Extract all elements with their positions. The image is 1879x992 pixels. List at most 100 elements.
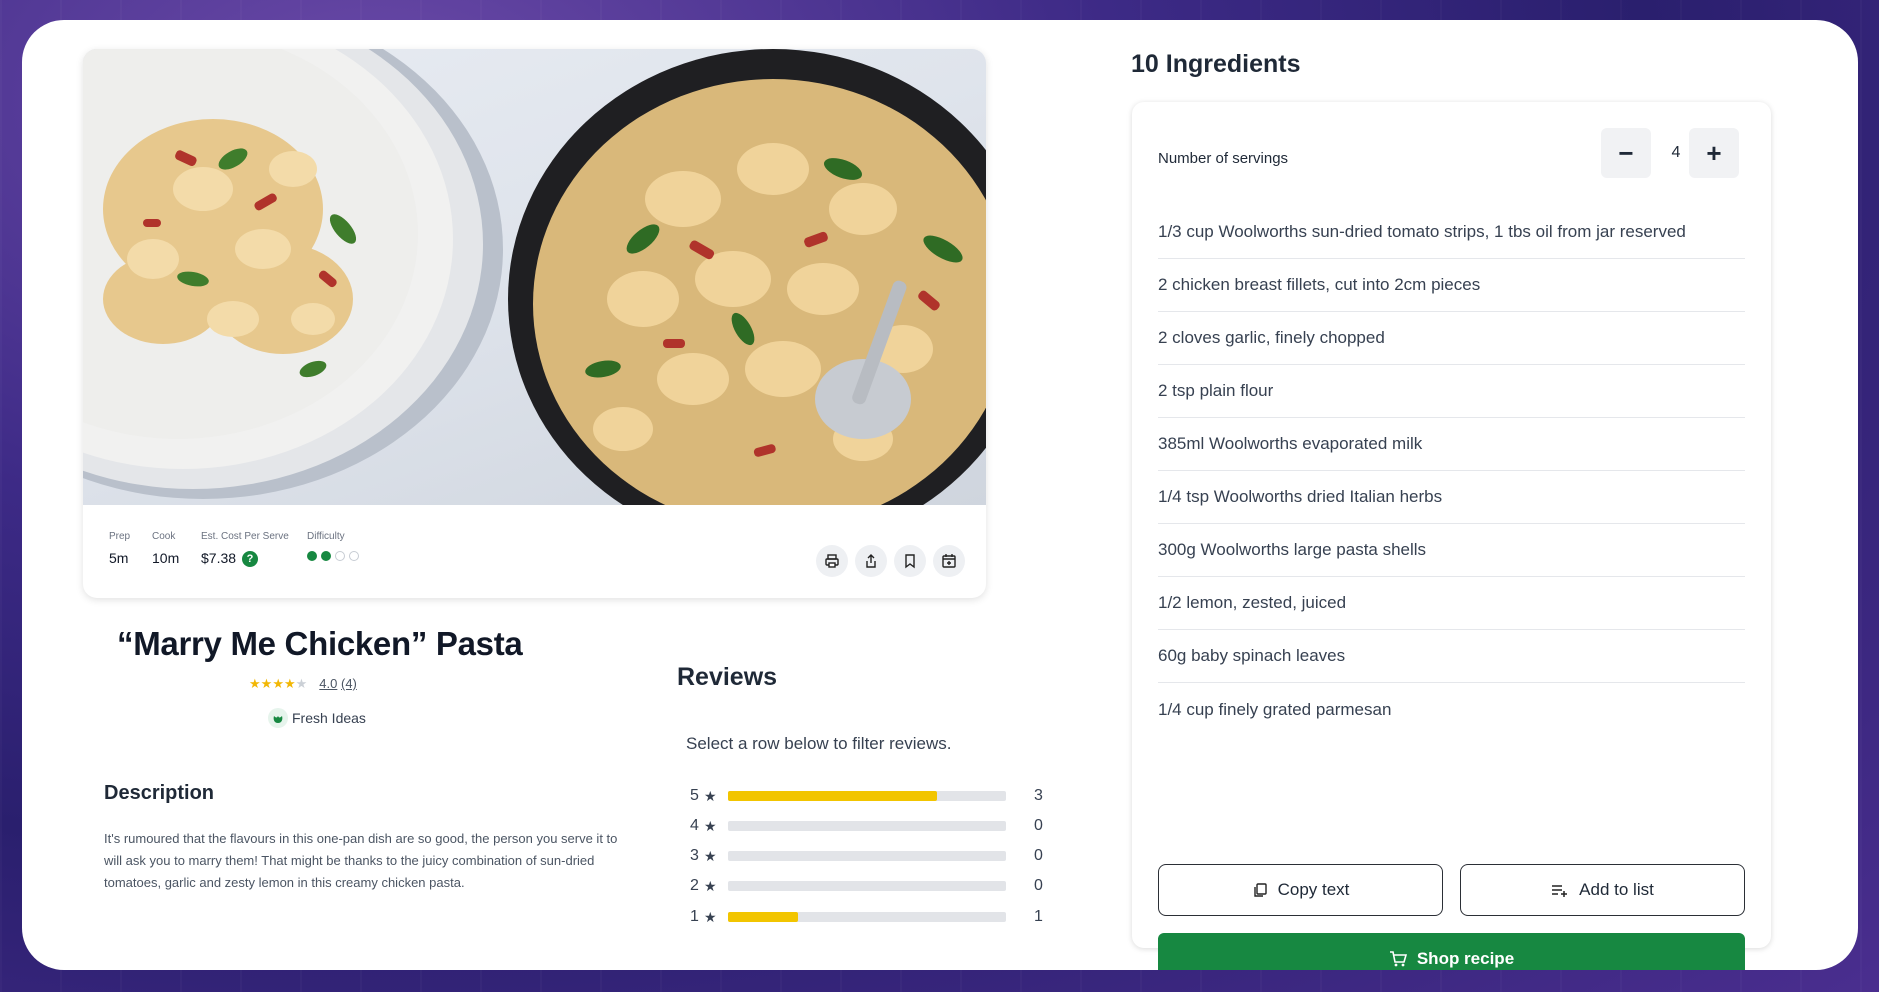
review-filter-row-4[interactable]: 4 ★ 0	[690, 815, 1050, 837]
review-filter-row-2[interactable]: 2 ★ 0	[690, 875, 1050, 897]
star-icon: ★	[704, 877, 717, 894]
reviews-heading: Reviews	[677, 663, 778, 691]
cost-value-row: $7.38?	[201, 550, 289, 568]
add-to-planner-button[interactable]	[933, 545, 965, 577]
cook-value: 10m	[152, 550, 180, 566]
review-star-level: 5	[690, 787, 699, 804]
difficulty-label: Difficulty	[307, 531, 345, 542]
add-to-list-label: Add to list	[1579, 880, 1654, 899]
add-list-icon	[1552, 885, 1568, 897]
review-bar	[728, 791, 1006, 801]
increase-servings-button[interactable]: +	[1689, 128, 1739, 178]
servings-value: 4	[1671, 144, 1681, 161]
difficulty-dot	[307, 551, 317, 561]
ingredients-panel: Number of servings − 4 + 1/3 cup Woolwor…	[1132, 102, 1771, 970]
ingredients-heading: 10 Ingredients	[1131, 50, 1301, 78]
recipe-title: “Marry Me Chicken” Pasta	[117, 625, 523, 662]
reviews-filter-note: Select a row below to filter reviews.	[686, 734, 952, 753]
star-icon: ★	[704, 817, 717, 834]
ingredient-item: 2 cloves garlic, finely chopped	[1158, 312, 1745, 365]
ingredient-item: 1/4 tsp Woolworths dried Italian herbs	[1158, 471, 1745, 524]
recipe-photo	[83, 49, 986, 505]
cart-icon	[1389, 951, 1407, 967]
description-heading: Description	[104, 782, 215, 804]
servings-label: Number of servings	[1158, 150, 1289, 167]
star-icon: ★	[704, 847, 717, 864]
cost-label: Est. Cost Per Serve	[201, 531, 289, 542]
star-icon: ★	[704, 787, 717, 804]
difficulty-indicator	[307, 551, 359, 561]
share-icon	[866, 554, 876, 568]
cost-value: $7.38	[201, 550, 237, 566]
review-star-level: 3	[690, 847, 699, 864]
shop-recipe-button[interactable]: Shop recipe	[1158, 933, 1745, 970]
review-star-level: 1	[690, 908, 699, 925]
review-bar-fill	[728, 791, 937, 801]
print-button[interactable]	[816, 545, 848, 577]
share-button[interactable]	[855, 545, 887, 577]
description-text: It's rumoured that the flavours in this …	[104, 831, 618, 890]
rating-count[interactable]: (4)	[341, 676, 357, 691]
difficulty-meta: Difficulty	[307, 531, 359, 561]
review-star-level: 2	[690, 877, 699, 894]
difficulty-dot	[321, 551, 331, 561]
ingredient-item: 60g baby spinach leaves	[1158, 630, 1745, 683]
copy-text-button[interactable]: Copy text	[1158, 864, 1443, 916]
prep-label: Prep	[109, 531, 131, 542]
shop-recipe-label: Shop recipe	[1416, 949, 1515, 968]
prep-value: 5m	[109, 550, 129, 566]
ingredient-item: 1/2 lemon, zested, juiced	[1158, 577, 1745, 630]
recipe-meta-bar: Prep 5m Cook 10m Est. Cost Per Serve $7.…	[83, 505, 986, 598]
review-bar	[728, 851, 1006, 861]
review-star-level: 4	[690, 817, 699, 834]
review-bar-fill	[728, 912, 798, 922]
review-filter-row-3[interactable]: 3 ★ 0	[690, 845, 1050, 867]
ingredient-item: 2 chicken breast fillets, cut into 2cm p…	[1158, 259, 1745, 312]
difficulty-dot	[349, 551, 359, 561]
recipe-rating: ★ ★ ★ ★ ★ 4.0 (4)	[249, 676, 357, 691]
ingredient-list: 1/3 cup Woolworths sun-dried tomato stri…	[1158, 206, 1745, 736]
rating-stars: ★ ★ ★ ★ ★	[249, 677, 307, 690]
review-count: 0	[1034, 817, 1043, 834]
review-bar	[728, 912, 1006, 922]
cook-meta: Cook 10m	[152, 531, 179, 566]
star-icon: ★	[272, 676, 284, 691]
bookmark-icon	[905, 554, 915, 569]
prep-meta: Prep 5m	[109, 531, 130, 566]
ingredient-item: 300g Woolworths large pasta shells	[1158, 524, 1745, 577]
star-icon: ★	[295, 676, 308, 691]
add-to-list-button[interactable]: Add to list	[1460, 864, 1745, 916]
pasta-illustration	[83, 49, 986, 505]
decrease-servings-button[interactable]: −	[1601, 128, 1651, 178]
review-count: 3	[1034, 787, 1043, 804]
copy-icon	[1253, 883, 1267, 897]
cook-label: Cook	[152, 531, 176, 542]
ingredient-item: 1/3 cup Woolworths sun-dried tomato stri…	[1158, 206, 1745, 259]
bookmark-button[interactable]	[894, 545, 926, 577]
recipe-card: Prep 5m Cook 10m Est. Cost Per Serve $7.…	[22, 20, 1858, 970]
review-filter-row-5[interactable]: 5 ★ 3	[690, 785, 1050, 807]
print-icon	[825, 554, 839, 568]
ingredient-item: 2 tsp plain flour	[1158, 365, 1745, 418]
brand-badge: Fresh Ideas	[268, 708, 366, 728]
review-bar	[728, 821, 1006, 831]
review-count: 0	[1034, 847, 1043, 864]
hero-panel: Prep 5m Cook 10m Est. Cost Per Serve $7.…	[83, 49, 986, 598]
star-icon: ★	[260, 676, 273, 691]
brand-name: Fresh Ideas	[292, 710, 366, 726]
review-bar	[728, 881, 1006, 891]
star-icon: ★	[704, 908, 717, 925]
help-icon[interactable]: ?	[242, 551, 259, 568]
rating-value[interactable]: 4.0	[319, 676, 337, 691]
review-count: 1	[1034, 908, 1043, 925]
review-filter-row-1[interactable]: 1 ★ 1	[690, 906, 1050, 928]
cost-meta: Est. Cost Per Serve $7.38?	[201, 531, 289, 568]
copy-text-label: Copy text	[1277, 880, 1350, 899]
review-count: 0	[1034, 877, 1043, 894]
calendar-add-icon	[942, 554, 956, 568]
star-icon: ★	[283, 676, 296, 691]
difficulty-dot	[335, 551, 345, 561]
ingredient-item: 385ml Woolworths evaporated milk	[1158, 418, 1745, 471]
ingredient-item: 1/4 cup finely grated parmesan	[1158, 699, 1392, 719]
rating-link[interactable]: 4.0 (4)	[319, 676, 357, 691]
